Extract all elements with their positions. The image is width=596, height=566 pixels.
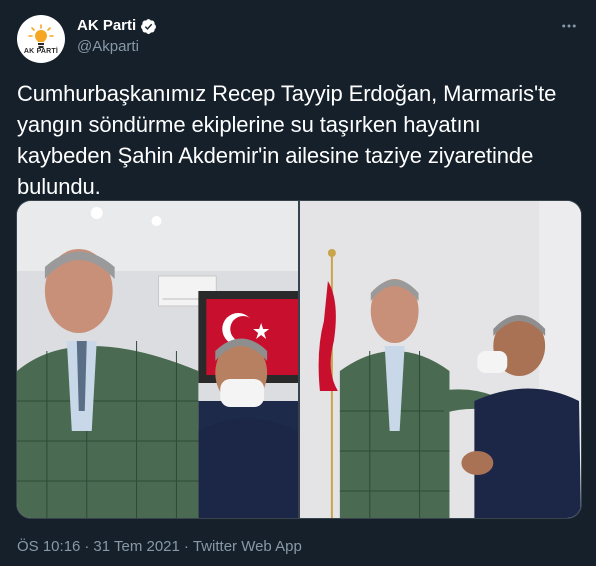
handle[interactable]: @Akparti (77, 37, 157, 57)
display-name[interactable]: AK Parti (77, 16, 136, 36)
photo-2[interactable] (300, 201, 581, 518)
media-grid (16, 200, 582, 519)
more-options-icon[interactable] (559, 16, 579, 36)
avatar-label: AK PARTİ (23, 47, 59, 55)
tweet-date[interactable]: 31 Tem 2021 (93, 537, 179, 557)
tweet-text: Cumhurbaşkanımız Recep Tayyip Erdoğan, M… (17, 78, 587, 202)
tweet-source[interactable]: Twitter Web App (193, 537, 302, 557)
tweet-text-line: bulundu. (17, 174, 101, 199)
tweet-card: AK PARTİ AK Parti @Akparti Cumhurbaşkanı… (0, 0, 596, 566)
avatar[interactable]: AK PARTİ (17, 15, 65, 63)
tweet-metadata: ÖS 10:16 · 31 Tem 2021 · Twitter Web App (17, 537, 302, 557)
tweet-text-line: yangın söndürme ekiplerine su taşırken h… (17, 112, 481, 137)
light-bulb-logo-icon (28, 23, 54, 48)
separator: · (84, 538, 90, 555)
verified-badge-icon (140, 18, 157, 35)
separator: · (183, 538, 189, 555)
account-names: AK Parti @Akparti (77, 16, 157, 57)
display-name-row: AK Parti (77, 16, 157, 36)
tweet-text-line: kaybeden Şahin Akdemir'in ailesine taziy… (17, 143, 534, 168)
tweet-time[interactable]: ÖS 10:16 (17, 537, 80, 557)
tweet-text-line: Cumhurbaşkanımız Recep Tayyip Erdoğan, M… (17, 81, 557, 106)
photo-1[interactable] (17, 201, 298, 518)
